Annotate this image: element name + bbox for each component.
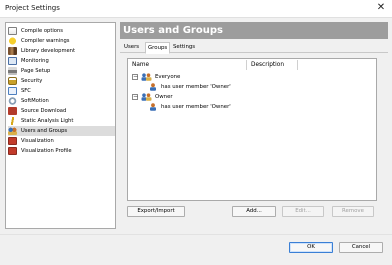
dialog-body: Compile options Compiler warnings Librar… <box>0 17 392 265</box>
visualization-icon <box>8 137 17 145</box>
groups-tab-panel: Name Description − Everyone has user mem… <box>120 54 388 229</box>
visualization-profile-icon <box>8 147 17 155</box>
download-icon <box>8 107 17 115</box>
tab-users[interactable]: Users <box>122 42 141 53</box>
tab-strip: Users Groups Settings <box>120 42 388 54</box>
close-icon[interactable]: ✕ <box>376 2 386 14</box>
sidebar-item-source-download[interactable]: Source Download <box>8 106 115 116</box>
collapse-icon[interactable]: − <box>132 94 138 100</box>
sidebar-item-label: Users and Groups <box>21 128 68 134</box>
sidebar-item-page-setup[interactable]: Page Setup <box>8 66 115 76</box>
edit-button[interactable]: Edit... <box>282 206 324 217</box>
library-icon <box>8 47 17 55</box>
settings-category-list: Compile options Compiler warnings Librar… <box>5 22 116 229</box>
column-header-name[interactable]: Name <box>128 60 243 70</box>
tab-groups[interactable]: Groups <box>145 42 171 54</box>
monitoring-icon <box>8 57 17 65</box>
cancel-button[interactable]: Cancel <box>339 242 383 253</box>
title-bar: Project Settings ✕ <box>0 0 392 17</box>
sidebar-item-label: Compiler warnings <box>21 38 70 44</box>
sidebar-item-label: Visualization Profile <box>21 148 72 154</box>
warning-icon <box>8 37 17 45</box>
groups-tree-list[interactable]: Name Description − Everyone has user mem… <box>127 58 377 201</box>
user-icon <box>149 103 157 111</box>
sidebar-item-label: SFC <box>21 88 31 94</box>
sidebar-item-label: Source Download <box>21 108 67 114</box>
page-title: Users and Groups <box>120 22 388 39</box>
sfc-icon <box>8 87 17 95</box>
ok-button[interactable]: OK <box>289 242 333 253</box>
tree-row-group-everyone[interactable]: − Everyone <box>132 72 180 82</box>
export-import-button[interactable]: Export/Import <box>127 206 185 217</box>
compile-options-icon <box>8 27 17 35</box>
tree-item-label: Everyone <box>155 74 181 80</box>
tab-settings[interactable]: Settings <box>171 42 197 53</box>
sidebar-item-static-analysis-light[interactable]: Static Analysis Light <box>8 116 115 126</box>
lock-icon <box>8 77 17 85</box>
tree-row-user-member[interactable]: has user member 'Owner' <box>149 82 231 92</box>
column-header-description[interactable]: Description <box>247 60 297 70</box>
tree-item-label: has user member 'Owner' <box>161 104 231 110</box>
add-button[interactable]: Add... <box>232 206 276 217</box>
sidebar-item-label: SoftMotion <box>21 98 49 104</box>
tree-row-group-owner[interactable]: − Owner <box>132 92 173 102</box>
footer-divider <box>0 234 392 235</box>
sidebar-item-library-development[interactable]: Library development <box>8 46 115 56</box>
sidebar-item-monitoring[interactable]: Monitoring <box>8 56 115 66</box>
sidebar-item-sfc[interactable]: SFC <box>8 86 115 96</box>
tree-item-label: Owner <box>155 94 173 100</box>
tree-item-label: has user member 'Owner' <box>161 84 231 90</box>
static-analysis-icon <box>8 117 17 125</box>
sidebar-item-label: Security <box>21 78 43 84</box>
sidebar-item-softmotion[interactable]: SoftMotion <box>8 96 115 106</box>
sidebar-item-label: Monitoring <box>21 58 49 64</box>
group-icon <box>141 93 152 101</box>
tree-row-user-member[interactable]: has user member 'Owner' <box>149 102 231 112</box>
remove-button[interactable]: Remove <box>332 206 374 217</box>
users-and-groups-panel: Users and Groups Users Groups Settings N… <box>120 22 388 229</box>
sidebar-item-label: Static Analysis Light <box>21 118 74 124</box>
printer-icon <box>8 67 17 75</box>
sidebar-item-compile-options[interactable]: Compile options <box>8 26 115 36</box>
collapse-icon[interactable]: − <box>132 74 138 80</box>
sidebar-item-visualization[interactable]: Visualization <box>8 136 115 146</box>
group-icon <box>141 73 152 81</box>
sidebar-item-visualization-profile[interactable]: Visualization Profile <box>8 146 115 156</box>
users-groups-icon <box>8 127 17 135</box>
sidebar-item-label: Page Setup <box>21 68 51 74</box>
sidebar-item-label: Compile options <box>21 28 63 34</box>
sidebar-item-security[interactable]: Security <box>8 76 115 86</box>
sidebar-item-users-and-groups[interactable]: Users and Groups <box>8 126 115 136</box>
sidebar-item-compiler-warnings[interactable]: Compiler warnings <box>8 36 115 46</box>
user-icon <box>149 83 157 91</box>
window-title: Project Settings <box>5 4 60 12</box>
sidebar-item-label: Visualization <box>21 138 54 144</box>
column-divider[interactable] <box>297 60 298 70</box>
softmotion-icon <box>8 97 17 105</box>
sidebar-item-label: Library development <box>21 48 76 54</box>
